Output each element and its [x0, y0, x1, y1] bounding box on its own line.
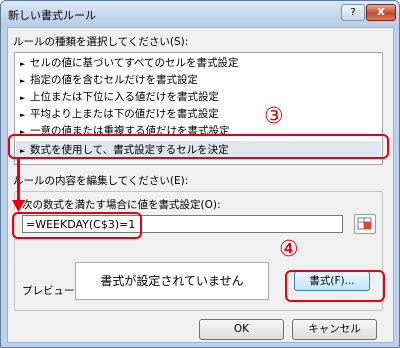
- rule-type-item[interactable]: ► 上位または下位に入る値だけを書式設定: [16, 89, 381, 105]
- rule-type-label: ルールの種類を選択してください(S):: [13, 36, 189, 48]
- step-4-marker: ④: [279, 237, 299, 262]
- rule-type-item-label: セルの値に基づいてすべてのセルを書式設定: [30, 57, 239, 69]
- help-button[interactable]: ?: [341, 4, 365, 21]
- rule-type-item-label: 平均より上または下の値だけを書式設定: [30, 108, 219, 120]
- dialog-title: 新しい書式ルール: [8, 9, 96, 22]
- range-picker-button[interactable]: [354, 214, 376, 234]
- annotation-arrow-head-icon: [12, 200, 25, 212]
- rule-content-label: ルールの内容を編集してください(E):: [13, 175, 189, 187]
- range-select-icon: [357, 217, 372, 230]
- arrow-right-icon: ►: [20, 111, 26, 119]
- step-3-marker: ③: [264, 104, 284, 129]
- rule-type-item-label: 上位または下位に入る値だけを書式設定: [30, 91, 219, 103]
- title-bar: 新しい書式ルール ? X: [1, 1, 399, 27]
- ok-button[interactable]: OK: [199, 319, 284, 340]
- annotation-arrow-shaft: [17, 157, 20, 203]
- arrow-right-icon: ►: [20, 60, 26, 68]
- highlight-format-button: [285, 270, 385, 302]
- highlight-rule-type: [8, 134, 389, 159]
- arrow-right-icon: ►: [20, 77, 26, 85]
- cancel-button[interactable]: キャンセル: [292, 319, 377, 340]
- rule-type-item[interactable]: ► セルの値に基づいてすべてのセルを書式設定: [16, 55, 381, 71]
- rule-type-item[interactable]: ► 指定の値を含むセルだけを書式設定: [16, 72, 381, 88]
- rule-type-item-label: 指定の値を含むセルだけを書式設定: [30, 74, 198, 86]
- formula-label: 次の数式を満たす場合に値を書式設定(O):: [22, 199, 221, 211]
- highlight-formula-input: [12, 212, 142, 239]
- arrow-right-icon: ►: [20, 94, 26, 102]
- rule-type-item[interactable]: ► 平均より上または下の値だけを書式設定: [16, 106, 381, 122]
- close-button[interactable]: X: [366, 4, 396, 21]
- preview-label: プレビュー:: [22, 285, 79, 297]
- preview-box: 書式が設定されていません: [75, 262, 269, 300]
